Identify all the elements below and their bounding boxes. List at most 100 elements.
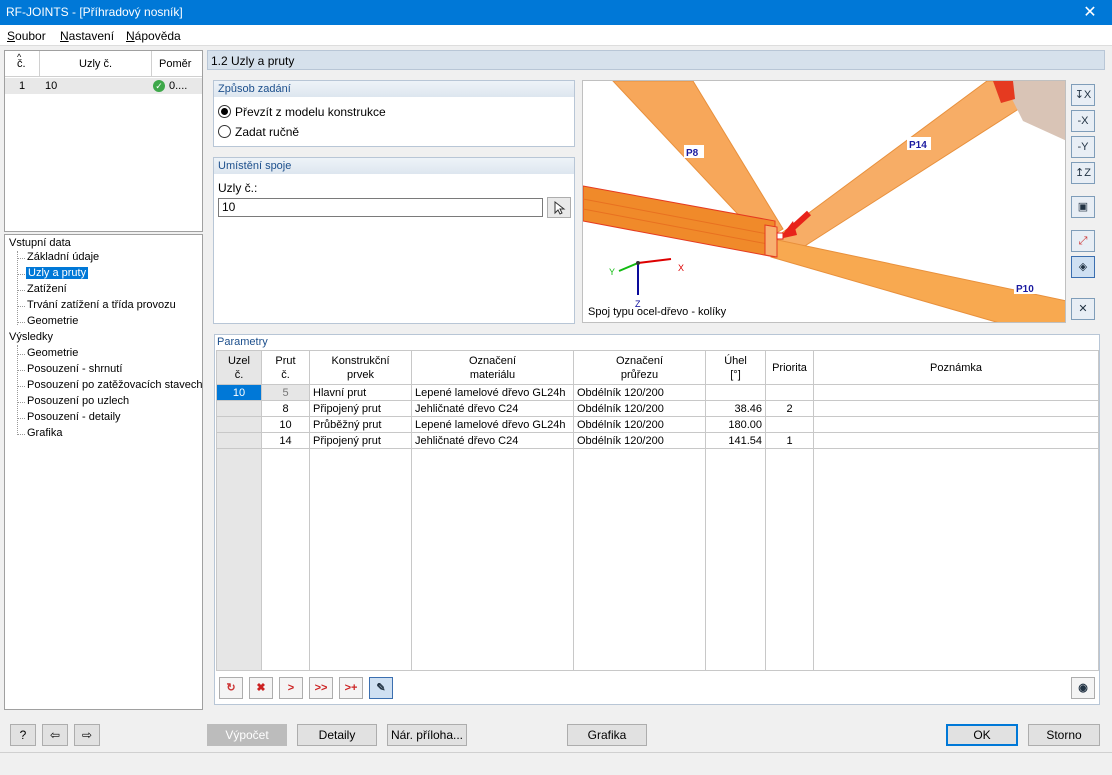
model-3d-view[interactable]: P8 P14 P10 X Y Z Spoj typu ocel-dřevo - … bbox=[582, 80, 1066, 323]
tree-item-res-summary[interactable]: Posouzení - shrnutí bbox=[27, 363, 122, 375]
view-x-icon: ↧X bbox=[1074, 89, 1092, 101]
national-annex-button[interactable]: Nár. příloha... bbox=[387, 724, 467, 746]
menu-help[interactable]: Nápověda bbox=[126, 29, 181, 43]
delete-button[interactable]: ✖ bbox=[249, 677, 273, 699]
import-button[interactable]: ⇦ bbox=[42, 724, 68, 746]
cell-node[interactable] bbox=[216, 400, 262, 417]
cell-nodes: 10 bbox=[45, 80, 58, 92]
graphics-button[interactable]: Grafika bbox=[567, 724, 647, 746]
add-button[interactable]: >+ bbox=[339, 677, 363, 699]
cell-element[interactable]: Průběžný prut bbox=[309, 416, 412, 433]
radio-from-model[interactable] bbox=[218, 105, 231, 118]
parameters-panel: Parametry Uzel č. Prut č. Konstrukční prvek… bbox=[214, 334, 1100, 705]
cell-priority[interactable] bbox=[765, 384, 814, 401]
parameters-title: Parametry bbox=[217, 336, 268, 348]
tree-item-res-details[interactable]: Posouzení - detaily bbox=[27, 411, 121, 423]
cell-note[interactable] bbox=[813, 432, 1099, 449]
render-button[interactable]: ◈ bbox=[1071, 256, 1095, 278]
col-element-header: Konstrukční prvek bbox=[309, 350, 412, 385]
radio-manual[interactable] bbox=[218, 125, 231, 138]
view-x-button[interactable]: ↧X bbox=[1071, 84, 1095, 106]
radio-manual-label[interactable]: Zadat ručně bbox=[235, 125, 299, 139]
table-row[interactable]: 1 10 ✓ 0.... bbox=[5, 78, 202, 94]
menu-settings[interactable]: Nastavení bbox=[60, 29, 114, 43]
import-icon: ⇦ bbox=[49, 728, 61, 742]
tree-item-loads[interactable]: Zatížení bbox=[27, 283, 67, 295]
close-window-button[interactable]: ✕ bbox=[1068, 0, 1112, 25]
table-row[interactable]: 10 5 Hlavní prut Lepené lamelové dřevo G… bbox=[216, 384, 1099, 401]
display-button[interactable]: ◉ bbox=[1071, 677, 1095, 699]
eye-icon: ◉ bbox=[1078, 682, 1088, 694]
cell-element[interactable]: Hlavní prut bbox=[309, 384, 412, 401]
cell-section[interactable]: Obdélník 120/200 bbox=[573, 432, 706, 449]
tree-item-basic-data[interactable]: Základní údaje bbox=[27, 251, 99, 263]
view-z-button[interactable]: ↥Z bbox=[1071, 162, 1095, 184]
cell-priority[interactable] bbox=[765, 416, 814, 433]
cell-member[interactable]: 10 bbox=[261, 416, 310, 433]
cell-priority[interactable]: 2 bbox=[765, 400, 814, 417]
cell-note[interactable] bbox=[813, 400, 1099, 417]
calculate-button[interactable]: Výpočet bbox=[207, 724, 287, 746]
cell-material[interactable]: Lepené lamelové dřevo GL24h bbox=[411, 384, 574, 401]
cell-element[interactable]: Připojený prut bbox=[309, 400, 412, 417]
tree-item-res-graphics[interactable]: Grafika bbox=[27, 427, 62, 439]
cell-node[interactable] bbox=[216, 416, 262, 433]
cell-member[interactable]: 14 bbox=[261, 432, 310, 449]
col-section-header: Označení průřezu bbox=[573, 350, 706, 385]
tree-node-input[interactable]: Vstupní data bbox=[9, 237, 71, 249]
cell-member[interactable]: 8 bbox=[261, 400, 310, 417]
cell-angle[interactable]: 180.00 bbox=[705, 416, 766, 433]
cell-material[interactable]: Jehličnaté dřevo C24 bbox=[411, 400, 574, 417]
cases-table-header: ^ č. Uzly č. Poměr bbox=[5, 51, 202, 77]
cell-angle[interactable] bbox=[705, 384, 766, 401]
tree-node-results[interactable]: Výsledky bbox=[9, 331, 53, 343]
cell-section[interactable]: Obdélník 120/200 bbox=[573, 416, 706, 433]
refresh-button[interactable]: ↻ bbox=[219, 677, 243, 699]
add-icon: >+ bbox=[344, 682, 358, 694]
cell-note[interactable] bbox=[813, 416, 1099, 433]
zoom-select-button[interactable]: ⤢ bbox=[1071, 230, 1095, 252]
cell-priority[interactable]: 1 bbox=[765, 432, 814, 449]
ok-button[interactable]: OK bbox=[946, 724, 1018, 746]
pick-node-button[interactable] bbox=[547, 197, 571, 218]
cell-node[interactable] bbox=[216, 432, 262, 449]
radio-from-model-label[interactable]: Převzít z modelu konstrukce bbox=[235, 105, 386, 119]
cell-angle[interactable]: 38.46 bbox=[705, 400, 766, 417]
help-button[interactable]: ? bbox=[10, 724, 36, 746]
reset-view-button[interactable]: ✕ bbox=[1071, 298, 1095, 320]
tree-item-res-by-node[interactable]: Posouzení po uzlech bbox=[27, 395, 129, 407]
table-row[interactable]: 8 Připojený prut Jehličnaté dřevo C24 Ob… bbox=[216, 400, 1099, 417]
view-minus-y-button[interactable]: -Y bbox=[1071, 136, 1095, 158]
cell-section[interactable]: Obdélník 120/200 bbox=[573, 400, 706, 417]
table-row[interactable]: 10 Průběžný prut Lepené lamelové dřevo G… bbox=[216, 416, 1099, 433]
cell-section[interactable]: Obdélník 120/200 bbox=[573, 384, 706, 401]
table-row[interactable]: 14 Připojený prut Jehličnaté dřevo C24 O… bbox=[216, 432, 1099, 449]
cell-member[interactable]: 5 bbox=[261, 384, 310, 401]
cell-material[interactable]: Jehličnaté dřevo C24 bbox=[411, 432, 574, 449]
tree-item-res-geometry[interactable]: Geometrie bbox=[27, 347, 78, 359]
cell-angle[interactable]: 141.54 bbox=[705, 432, 766, 449]
cell-material[interactable]: Lepené lamelové dřevo GL24h bbox=[411, 416, 574, 433]
iso-view-button[interactable]: ▣ bbox=[1071, 196, 1095, 218]
tree-item-geometry[interactable]: Geometrie bbox=[27, 315, 78, 327]
tree-item-load-duration[interactable]: Trvání zatížení a třída provozu bbox=[27, 299, 176, 311]
col-angle-header: Úhel [°] bbox=[705, 350, 766, 385]
export-button[interactable]: ⇨ bbox=[74, 724, 100, 746]
export-icon: ⇨ bbox=[81, 728, 93, 742]
cell-node[interactable]: 10 bbox=[216, 384, 262, 401]
pick-view-button[interactable]: ✎ bbox=[369, 677, 393, 699]
joint-location-group: Umístění spoje Uzly č.: 10 bbox=[213, 157, 575, 324]
view-minus-x-button[interactable]: -X bbox=[1071, 110, 1095, 132]
next-button[interactable]: > bbox=[279, 677, 303, 699]
tree-item-res-by-lc[interactable]: Posouzení po zatěžovacích stavech bbox=[27, 379, 203, 391]
cell-note[interactable] bbox=[813, 384, 1099, 401]
menu-file[interactable]: Soubor bbox=[7, 29, 46, 43]
tree-item-nodes-members[interactable]: Uzly a pruty bbox=[26, 267, 89, 279]
cell-element[interactable]: Připojený prut bbox=[309, 432, 412, 449]
nodes-input[interactable]: 10 bbox=[218, 198, 543, 217]
all-button[interactable]: >> bbox=[309, 677, 333, 699]
col-priority-header: Priorita bbox=[765, 350, 814, 385]
view-caption: Spoj typu ocel-dřevo - kolíky bbox=[588, 306, 727, 318]
details-button[interactable]: Detaily bbox=[297, 724, 377, 746]
cancel-button[interactable]: Storno bbox=[1028, 724, 1100, 746]
